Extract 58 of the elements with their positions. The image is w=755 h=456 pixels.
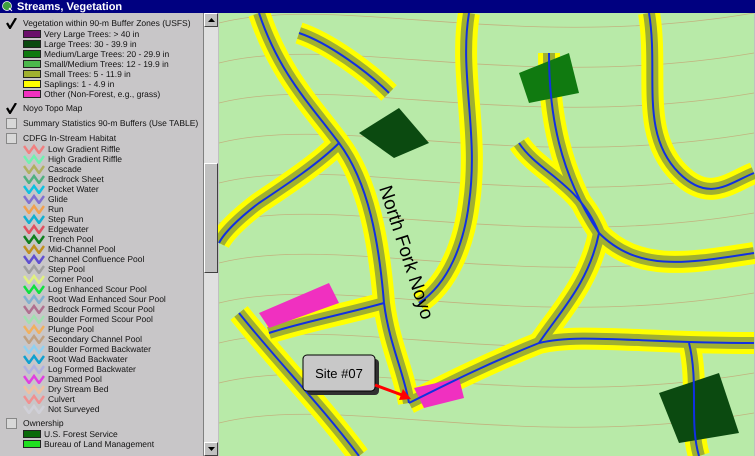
legend-label: Culvert xyxy=(48,394,75,404)
checkbox[interactable] xyxy=(6,18,17,28)
legend-label: Corner Pool xyxy=(48,274,94,284)
checkbox[interactable] xyxy=(6,418,17,428)
layer-name[interactable]: Vegetation within 90-m Buffer Zones (USFS) xyxy=(23,18,191,28)
legend-label: Plunge Pool xyxy=(48,324,94,334)
legend-label: Large Trees: 30 - 39.9 in xyxy=(44,39,137,49)
legend-label: Step Pool xyxy=(48,264,85,274)
legend-label: Pocket Water xyxy=(48,184,99,194)
legend-label: Bedrock Sheet xyxy=(48,174,104,184)
legend-label: Glide xyxy=(48,194,68,204)
legend-label: Run xyxy=(48,204,64,214)
legend-label: Log Enhanced Scour Pool xyxy=(48,284,147,294)
legend-label: U.S. Forest Service xyxy=(44,429,118,439)
scroll-thumb[interactable] xyxy=(204,163,218,273)
legend-label: Cascade xyxy=(48,164,82,174)
checkbox[interactable] xyxy=(6,102,17,114)
legend-label: Mid-Channel Pool xyxy=(48,244,116,254)
vegetation-patch xyxy=(359,108,429,158)
legend-label: Channel Confluence Pool xyxy=(48,254,144,264)
legend-label: Step Run xyxy=(48,214,84,224)
stream-label: North Fork Noyo xyxy=(374,183,438,322)
layer-name[interactable]: CDFG In-Stream Habitat xyxy=(23,133,116,143)
legend-label: Small Trees: 5 - 11.9 in xyxy=(44,69,131,79)
legend-label: Small/Medium Trees: 12 - 19.9 in xyxy=(44,59,169,69)
legend-label: Trench Pool xyxy=(48,234,94,244)
legend-label: Bedrock Formed Scour Pool xyxy=(48,304,155,314)
vegetation-patch xyxy=(414,378,464,408)
scroll-down-icon[interactable] xyxy=(204,442,218,456)
callout: Site #07 xyxy=(302,354,379,395)
legend-label: Low Gradient Riffle xyxy=(48,144,120,154)
checkbox[interactable] xyxy=(6,118,17,128)
legend-label: Very Large Trees: > 40 in xyxy=(44,29,140,39)
legend-label: Not Surveyed xyxy=(48,404,100,414)
legend-label: Other (Non-Forest, e.g., grass) xyxy=(44,89,160,99)
globe-icon xyxy=(2,1,13,12)
legend-label: High Gradient Riffle xyxy=(48,154,122,164)
legend-label: Dammed Pool xyxy=(48,374,102,384)
legend-label: Boulder Formed Scour Pool xyxy=(48,314,153,324)
window-title: Streams, Vegetation xyxy=(17,0,122,12)
legend-label: Saplings: 1 - 4.9 in xyxy=(44,79,114,89)
layer-name[interactable]: Noyo Topo Map xyxy=(23,103,82,113)
legend-label: Edgewater xyxy=(48,224,89,234)
scrollbar[interactable] xyxy=(204,13,218,456)
vegetation-patch xyxy=(519,53,579,103)
legend-label: Root Wad Backwater xyxy=(48,354,128,364)
legend-label: Root Wad Enhanced Sour Pool xyxy=(48,294,166,304)
legend-label: Log Formed Backwater xyxy=(48,364,136,374)
legend-label: Boulder Formed Backwater xyxy=(48,344,151,354)
layer-name[interactable]: Ownership xyxy=(23,418,64,428)
arrow xyxy=(374,384,411,400)
legend-label: Medium/Large Trees: 20 - 29.9 in xyxy=(44,49,170,59)
legend-label: Dry Stream Bed xyxy=(48,384,108,394)
scroll-up-icon[interactable] xyxy=(204,13,218,27)
legend-label: Secondary Channel Pool xyxy=(48,334,142,344)
layer-name[interactable]: Summary Statistics 90-m Buffers (Use TABLE) xyxy=(23,118,198,128)
legend-label: Bureau of Land Management xyxy=(44,439,154,449)
checkbox[interactable] xyxy=(6,132,17,144)
